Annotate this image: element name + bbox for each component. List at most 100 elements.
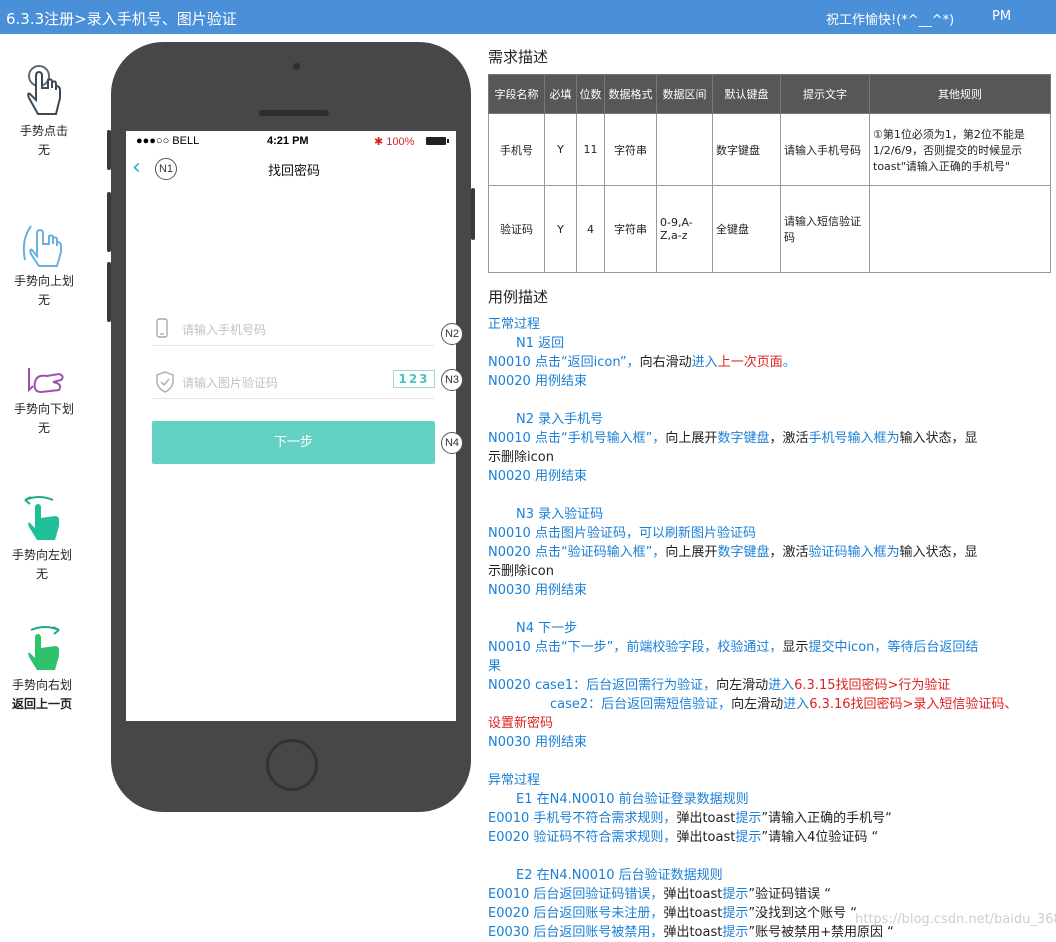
page-title: 6.3.3注册>录入手机号、图片验证 <box>6 10 237 28</box>
phone-screen: ●●●○○ BELL 4:21 PM ✱ 100% ‹ N1 找回密码 请输入手… <box>126 131 463 721</box>
gesture-tap-label: 手势点击 <box>19 124 68 138</box>
code-input-field[interactable]: 请输入图片验证码 123 <box>152 366 435 399</box>
table-cell: 手机号 <box>488 113 545 186</box>
table-header: 提示文字 <box>780 74 870 114</box>
gesture-swipe-down-value: 无 <box>37 421 50 435</box>
uc-text: 进入 <box>691 355 718 370</box>
phone-side-button <box>107 130 111 170</box>
phone-camera <box>293 63 300 70</box>
uc-text: 输入状态，显 <box>899 431 978 446</box>
gesture-swipe-left-label: 手势向左划 <box>11 548 72 562</box>
watermark: https://blog.csdn.net/baidu_36836080 <box>855 912 1056 927</box>
gesture-swipe-left-value: 无 <box>35 567 48 581</box>
uc-e1-head: E1 在N4.N0010 前台验证登录数据规则 <box>516 792 749 807</box>
uc-line: case2：后台返回需短信验证，向左滑动进入6.3.16找回密码>录入短信验证码… <box>488 695 1054 714</box>
tap-hand-icon <box>27 65 61 115</box>
uc-line: 示删除icon <box>488 564 554 579</box>
uc-text: 提交中icon，等待后台返回结 <box>808 640 979 655</box>
requirements-table: 字段名称 必填 位数 数据格式 数据区间 默认键盘 提示文字 其他规则 手机号 … <box>488 74 1051 273</box>
uc-text: 弹出toast <box>676 811 736 826</box>
captcha-image[interactable]: 123 <box>393 370 435 388</box>
uc-line: N0020 用例结束 <box>488 374 587 389</box>
gesture-swipe-right: 手势向右划 返回上一页 <box>4 624 80 714</box>
uc-text: 提示 <box>735 830 762 845</box>
greeting-text: 祝工作愉快!(*^__^*) <box>826 13 955 28</box>
uc-text: ，激活 <box>769 431 809 446</box>
shield-check-icon <box>156 371 174 393</box>
table-cell <box>869 185 1051 273</box>
table-header: 数据区间 <box>656 74 713 114</box>
table-cell: 0-9,A-Z,a-z <box>656 185 713 273</box>
uc-text: ，激活 <box>769 545 809 560</box>
table-cell: 全键盘 <box>712 185 781 273</box>
top-bar: 6.3.3注册>录入手机号、图片验证 祝工作愉快!(*^__^*) PM <box>0 0 1056 34</box>
phone-volume-up <box>107 192 111 252</box>
gesture-tap-value: 无 <box>37 143 50 157</box>
uc-text: E0010 手机号不符合需求规则， <box>488 811 677 826</box>
uc-text: 弹出toast <box>663 887 723 902</box>
uc-text: E0020 后台返回账号未注册， <box>488 906 664 921</box>
uc-text: 显示 <box>782 640 809 655</box>
uc-line: N0010 点击“返回icon”，向右滑动进入上一次页面。 <box>488 353 1054 372</box>
uc-text: N0010 点击“下一步”，前端校验字段，校验通过， <box>488 640 783 655</box>
swipe-right-hand-icon <box>28 626 60 670</box>
phone-volume-down <box>107 262 111 322</box>
table-header: 必填 <box>544 74 577 114</box>
uc-text: 。 <box>782 355 796 370</box>
uc-text: 输入状态，显 <box>899 545 978 560</box>
gesture-swipe-up: 手势向上划 无 <box>6 220 82 310</box>
uc-text: 6.3.15找回密码>行为验证 <box>794 678 951 693</box>
uc-text: ”请输入正确的手机号“ <box>761 811 892 826</box>
uc-text: 手机号输入框为 <box>808 431 900 446</box>
gesture-swipe-down-label: 手势向下划 <box>13 402 74 416</box>
phone-input-field[interactable]: 请输入手机号码 <box>152 313 434 346</box>
uc-text: 验证码输入框为 <box>808 545 900 560</box>
usecases-title: 用例描述 <box>488 288 549 306</box>
uc-line: 果 <box>488 659 502 674</box>
code-placeholder: 请输入图片验证码 <box>182 376 279 390</box>
uc-text: 进入 <box>783 697 810 712</box>
normal-heading: 正常过程 <box>488 317 541 332</box>
table-cell: 请输入手机号码 <box>780 113 870 186</box>
uc-text: ”验证码错误 “ <box>748 887 831 902</box>
uc-text: 弹出toast <box>676 830 736 845</box>
uc-line: 示删除icon <box>488 450 554 465</box>
uc-text: 数字键盘 <box>717 545 770 560</box>
uc-e2-head: E2 在N4.N0010 后台验证数据规则 <box>516 868 723 883</box>
uc-text: E0020 验证码不符合需求规则， <box>488 830 677 845</box>
uc-text: 提示 <box>735 811 762 826</box>
swipe-down-hand-icon <box>28 368 64 394</box>
uc-line: N0020 case1：后台返回需行为验证，向左滑动进入6.3.15找回密码>行… <box>488 676 1054 695</box>
swipe-up-hand-icon <box>22 225 62 267</box>
next-button[interactable]: 下一步 <box>152 421 435 464</box>
uc-line: N0010 点击图片验证码，可以刷新图片验证码 <box>488 526 756 541</box>
phone-placeholder: 请输入手机号码 <box>182 323 267 337</box>
table-cell: 验证码 <box>488 185 545 273</box>
uc-line: E0010 后台返回验证码错误，弹出toast提示”验证码错误 “ <box>488 885 1054 904</box>
nav-title: 找回密码 <box>267 164 320 179</box>
uc-text: 进入 <box>768 678 795 693</box>
table-header: 默认键盘 <box>712 74 781 114</box>
uc-text: N0010 点击“手机号输入框”， <box>488 431 666 446</box>
uc-line: E0020 验证码不符合需求规则，弹出toast提示”请输入4位验证码 “ <box>488 828 1054 847</box>
table-cell: Y <box>544 185 577 273</box>
uc-text: N0020 case1：后台返回需行为验证， <box>488 678 717 693</box>
abnormal-heading: 异常过程 <box>488 773 541 788</box>
uc-text: 向上展开 <box>665 545 718 560</box>
uc-text: 向右滑动 <box>639 355 692 370</box>
uc-n1-head: N1 返回 <box>516 336 565 351</box>
phone-home-button[interactable] <box>266 739 318 791</box>
table-cell: 数字键盘 <box>712 113 781 186</box>
uc-text: 向左滑动 <box>716 678 769 693</box>
uc-n4-head: N4 下一步 <box>516 621 578 636</box>
uc-text: 弹出toast <box>663 906 723 921</box>
battery-value: 100% <box>386 136 415 148</box>
uc-n3-head: N3 录入验证码 <box>516 507 604 522</box>
uc-text: 提示 <box>722 887 749 902</box>
badge-n4: N4 <box>441 432 463 454</box>
carrier-signal: ●●●○○ BELL <box>136 135 200 147</box>
phone-power-button <box>471 188 475 240</box>
